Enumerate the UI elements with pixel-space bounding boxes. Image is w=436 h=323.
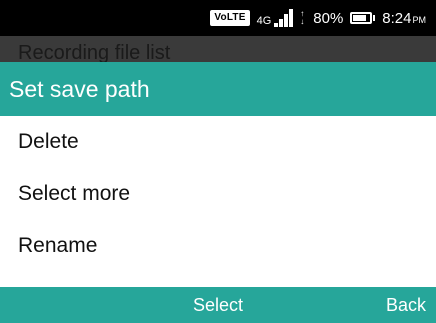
battery-icon: [350, 12, 376, 24]
signal-bar-1: [274, 23, 279, 27]
status-indicators: VoLTE 4G ↑ ↓ 80% 8:24PM: [210, 8, 426, 28]
battery-fill: [353, 15, 367, 21]
signal-icon: 4G: [257, 9, 294, 27]
screen: VoLTE 4G ↑ ↓ 80% 8:24PM Recording file li: [0, 0, 436, 323]
menu-item-rename[interactable]: Rename: [0, 220, 436, 272]
menu-item-delete[interactable]: Delete: [0, 116, 436, 168]
background-screen-header: Recording file list: [0, 36, 436, 62]
background-partial-title: Recording file list: [18, 42, 171, 62]
menu-item-select-more[interactable]: Select more: [0, 168, 436, 220]
clock: 8:24PM: [382, 10, 426, 27]
status-bar: VoLTE 4G ↑ ↓ 80% 8:24PM: [0, 0, 436, 36]
signal-bar-2: [279, 19, 284, 27]
options-menu-list: Delete Select more Rename: [0, 116, 436, 272]
softkey-back[interactable]: Back: [386, 287, 426, 323]
softkey-bar: Select Back: [0, 287, 436, 323]
network-type-label: 4G: [256, 15, 272, 27]
battery-tip: [373, 15, 376, 21]
clock-time: 8:24: [382, 9, 412, 27]
softkey-select[interactable]: Select: [0, 287, 436, 323]
signal-bar-3: [284, 14, 289, 27]
volte-icon: VoLTE: [210, 10, 250, 26]
clock-ampm: PM: [412, 14, 427, 25]
roaming-arrows-icon: ↑ ↓: [300, 9, 305, 26]
options-menu-title[interactable]: Set save path: [0, 62, 436, 116]
battery-percent: 80%: [313, 9, 344, 27]
battery-body: [350, 12, 373, 24]
signal-bar-4: [289, 9, 294, 27]
